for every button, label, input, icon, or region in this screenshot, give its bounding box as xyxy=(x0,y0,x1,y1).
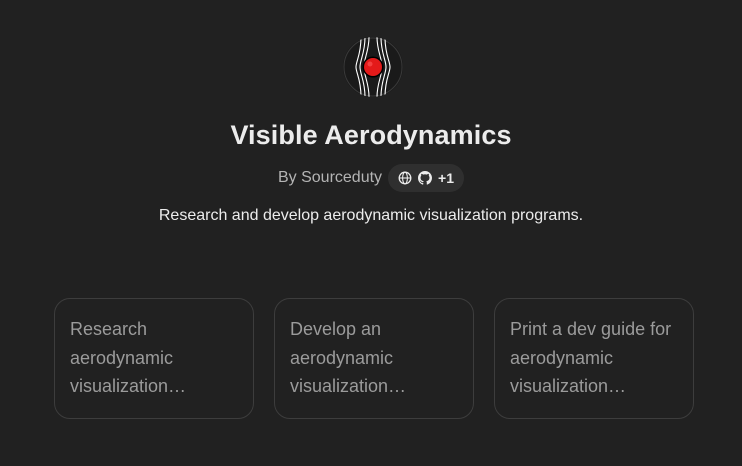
prompt-starter-card[interactable]: Develop an aerodynamic visualization… xyxy=(274,298,474,419)
links-pill[interactable]: +1 xyxy=(388,164,465,192)
globe-icon[interactable] xyxy=(398,171,412,185)
github-icon[interactable] xyxy=(418,171,433,185)
prompt-starter-card[interactable]: Print a dev guide for aerodynamic visual… xyxy=(494,298,694,419)
prompt-starter-text: Print a dev guide for aerodynamic visual… xyxy=(510,319,672,396)
prompt-starter-card[interactable]: Research aerodynamic visualization… xyxy=(54,298,254,419)
gpt-logo-icon xyxy=(343,37,403,97)
prompt-starter-text: Develop an aerodynamic visualization… xyxy=(290,319,407,396)
gpt-description: Research and develop aerodynamic visuali… xyxy=(158,207,584,224)
gpt-landing: Visible Aerodynamics By Sourceduty +1 Re… xyxy=(0,0,742,466)
byline: By Sourceduty +1 xyxy=(0,163,742,193)
gpt-title: Visible Aerodynamics xyxy=(230,120,512,150)
prompt-starter-text: Research aerodynamic visualization… xyxy=(70,319,187,396)
author-name: By Sourceduty xyxy=(277,169,383,186)
extra-links-count[interactable]: +1 xyxy=(438,170,454,186)
